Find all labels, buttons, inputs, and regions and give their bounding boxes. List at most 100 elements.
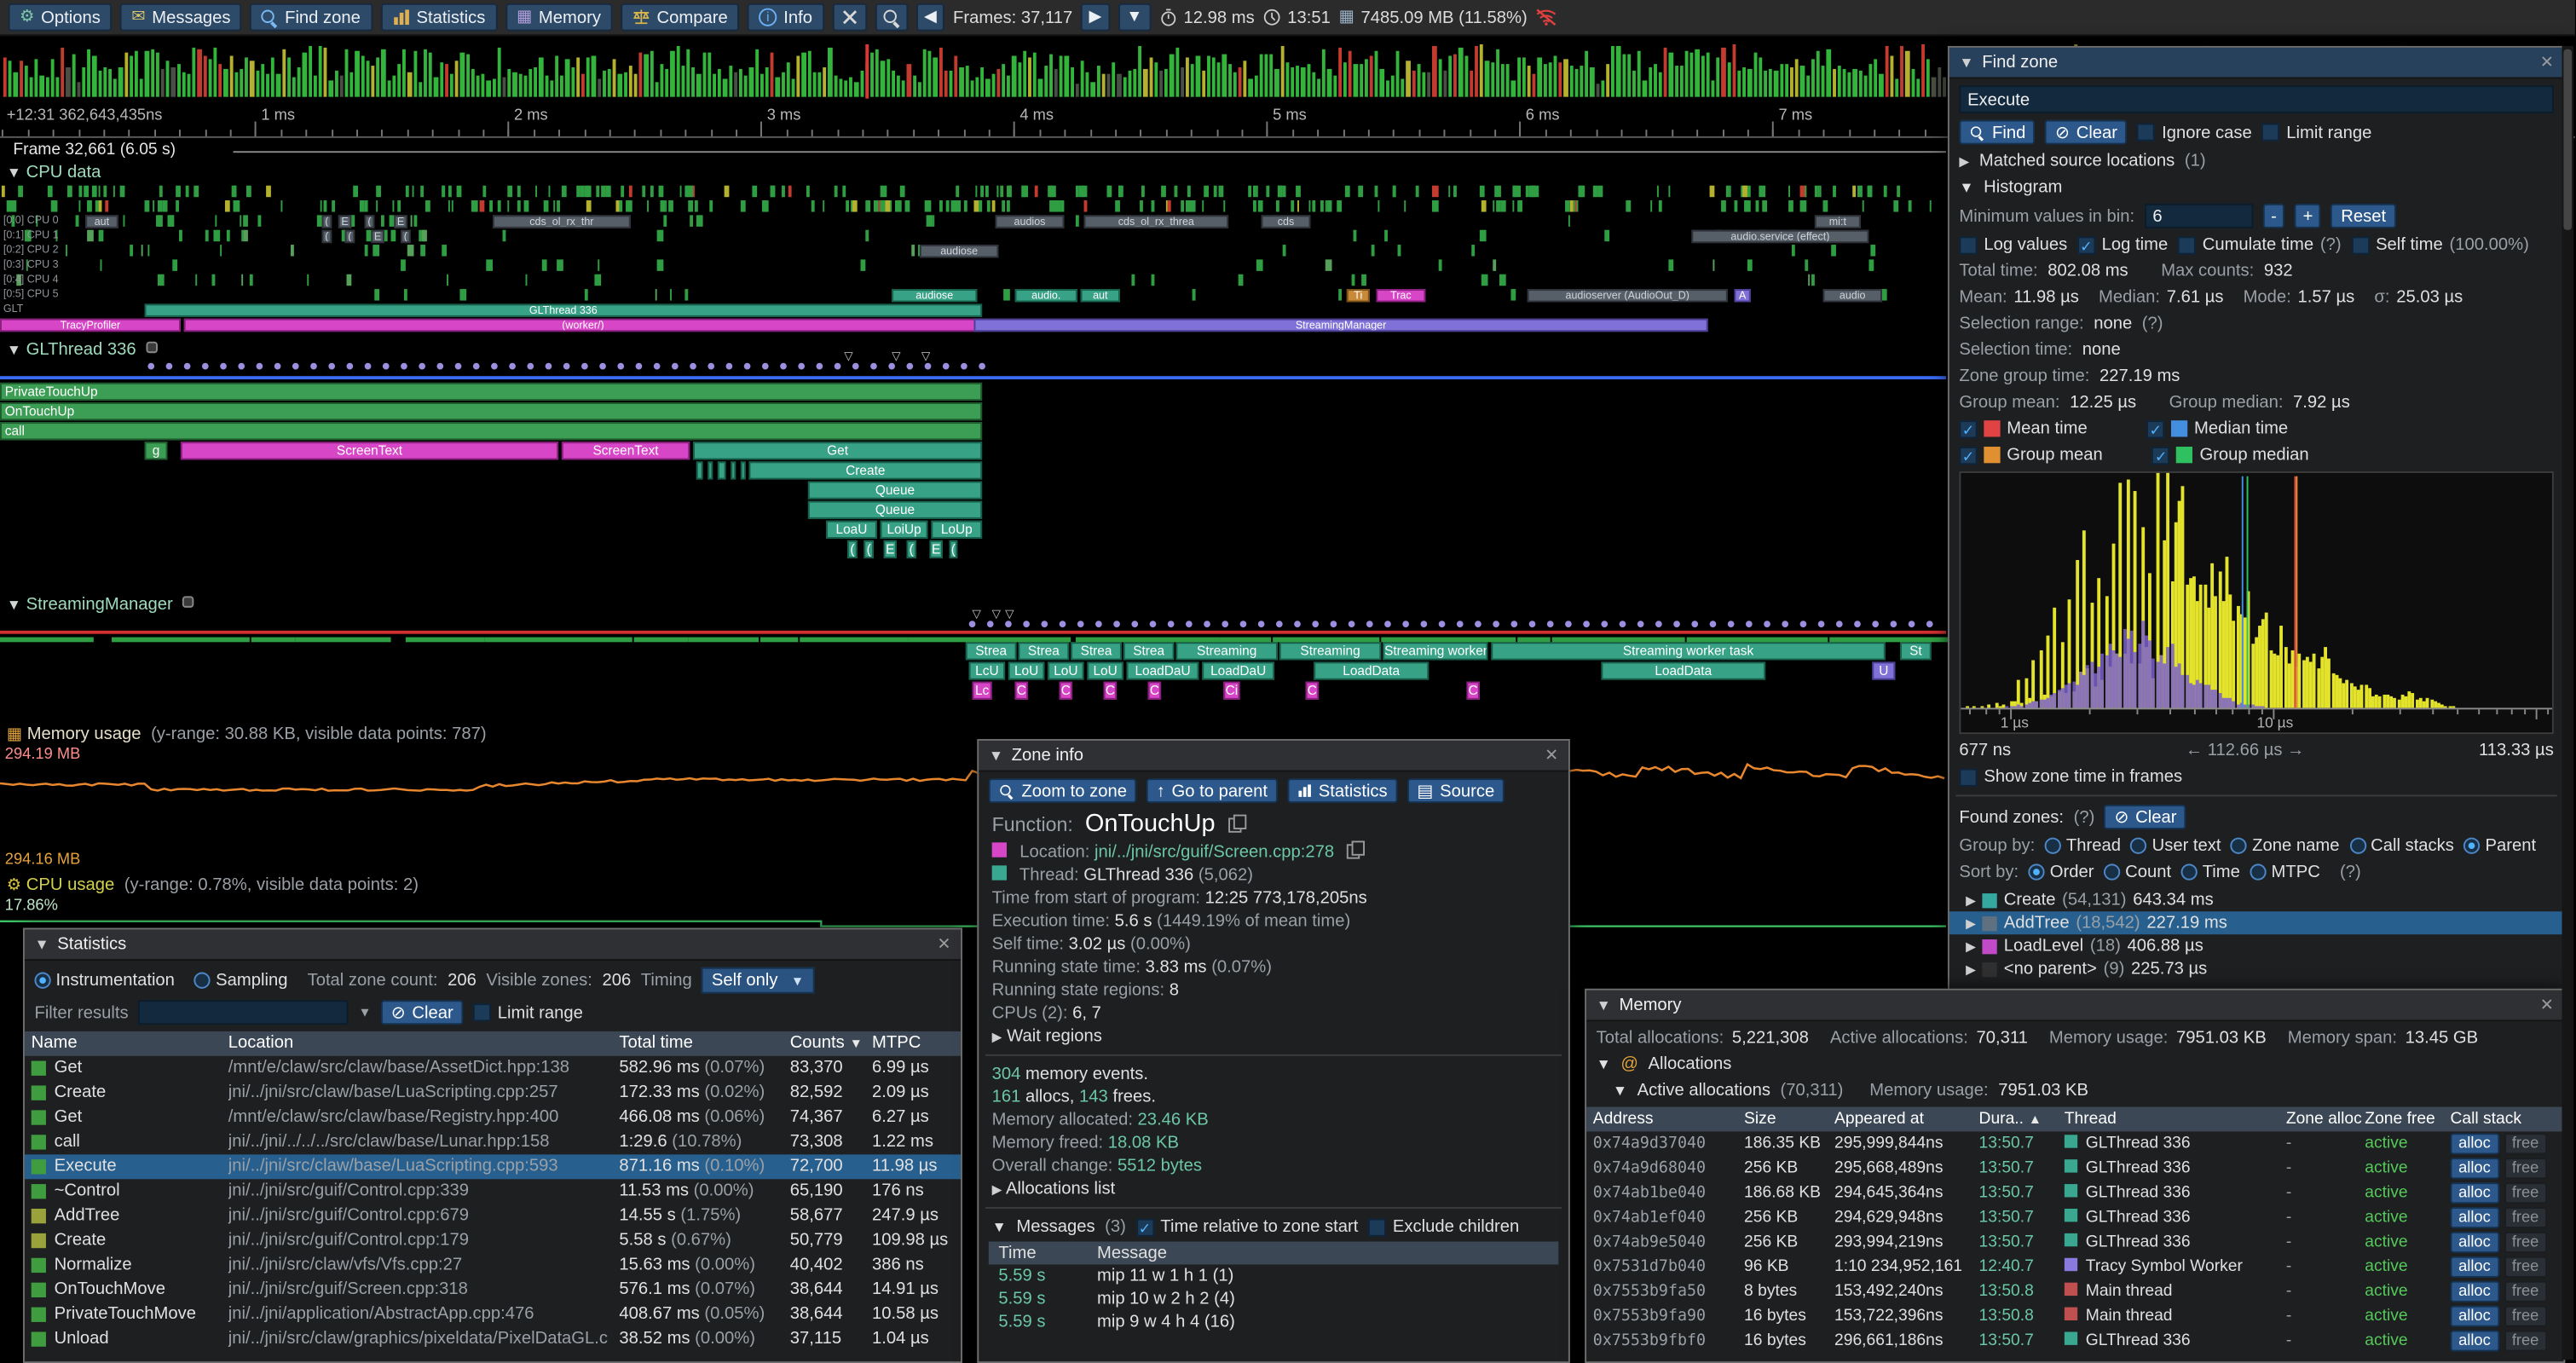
- clear-groups-button[interactable]: ⊘Clear: [2105, 805, 2186, 829]
- prev-frame-button[interactable]: ◀: [915, 3, 944, 32]
- collapse-icon[interactable]: ▼: [1597, 996, 1611, 1013]
- found-zone-group[interactable]: ▶LoadLevel(18)406.88 µs: [1949, 934, 2564, 957]
- cpu-data-header[interactable]: ▼CPU data: [7, 163, 101, 182]
- timeline-zone[interactable]: (: [863, 540, 874, 558]
- allocation-row[interactable]: 0x7531d7b04096 KB1:10 234,952,16112:40.7…: [1586, 1255, 2563, 1279]
- info-button[interactable]: iInfo: [748, 3, 824, 32]
- cpu-zone[interactable]: GLThread 336: [145, 303, 983, 316]
- alloc-callstack-button[interactable]: alloc: [2450, 1158, 2498, 1179]
- group-mean-checkbox[interactable]: Group mean: [1959, 445, 2102, 465]
- expand-icon[interactable]: ▶: [1966, 962, 1976, 976]
- cpu-zone[interactable]: (worker/): [184, 319, 982, 332]
- cpu-zone[interactable]: audios: [996, 215, 1065, 228]
- zone-info-titlebar[interactable]: ▼ Zone info ✕: [979, 741, 1568, 772]
- cpu-zone[interactable]: audio.service (effect): [1691, 230, 1868, 243]
- timeline-zone[interactable]: U: [1872, 661, 1895, 679]
- radio-parent[interactable]: Parent: [2463, 836, 2536, 856]
- time-relative-checkbox[interactable]: Time relative to zone start: [1135, 1217, 1358, 1237]
- timeline-zone[interactable]: E: [884, 540, 897, 558]
- alloc-callstack-button[interactable]: alloc: [2450, 1256, 2498, 1278]
- pin-icon[interactable]: [146, 342, 157, 353]
- mean-time-checkbox[interactable]: Mean time: [1959, 419, 2087, 438]
- timeline-zone[interactable]: LoU: [1008, 661, 1044, 679]
- decrement-button[interactable]: -: [2262, 204, 2284, 228]
- expand-icon[interactable]: ▶: [1966, 915, 1976, 930]
- message-row[interactable]: 5.59 smip 10 w 2 h 2 (4): [989, 1287, 1559, 1310]
- allocation-row[interactable]: 0x7553b9fbf016 bytes296,661,186ns13:50.7…: [1586, 1329, 2563, 1354]
- timeline-zone[interactable]: g: [145, 442, 168, 459]
- collapse-icon[interactable]: ▼: [1959, 179, 1973, 195]
- timing-select[interactable]: Self only▼: [702, 967, 813, 994]
- timeline-zone[interactable]: St: [1900, 642, 1932, 660]
- allocation-row[interactable]: 0x74a9d37040186.35 KB295,999,844ns13:50.…: [1586, 1131, 2563, 1156]
- cpu-zone[interactable]: audioserver (AudioOut_D): [1528, 289, 1728, 302]
- find-zone-input[interactable]: [1959, 85, 2553, 113]
- timeline-zone[interactable]: Strea: [1071, 642, 1122, 660]
- statistics-row[interactable]: Get/mnt/e/claw/src/claw/base/AssetDict.h…: [25, 1056, 961, 1081]
- cpu-zone[interactable]: (: [401, 230, 411, 243]
- log-time-checkbox[interactable]: Log time: [2077, 235, 2169, 255]
- cpu-zone[interactable]: audiose: [892, 289, 977, 302]
- allocation-row[interactable]: 0x74ab1ef040256 KB294,629,948ns13:50.7GL…: [1586, 1205, 2563, 1230]
- alloc-callstack-button[interactable]: alloc: [2450, 1281, 2498, 1302]
- cpu-zone[interactable]: Trac: [1376, 289, 1425, 302]
- vertical-scrollbar[interactable]: [2562, 46, 2573, 1360]
- find-button[interactable]: Find: [1959, 120, 2035, 145]
- collapse-icon[interactable]: ▼: [989, 748, 1003, 764]
- radio-call-stacks[interactable]: Call stacks: [2349, 836, 2454, 856]
- timeline-zone[interactable]: Queue: [808, 501, 982, 519]
- found-zone-group[interactable]: ▶<no parent>(9)225.73 µs: [1949, 957, 2564, 980]
- collapse-icon[interactable]: ▼: [34, 936, 49, 952]
- go-to-parent-button[interactable]: ↑Go to parent: [1146, 778, 1277, 803]
- cpu-zone[interactable]: mi:t: [1815, 215, 1861, 228]
- next-frame-button[interactable]: ▶: [1081, 3, 1110, 32]
- column-duration[interactable]: Dura..▲: [1979, 1107, 2065, 1132]
- cpu-zone[interactable]: A: [1734, 289, 1750, 302]
- statistics-titlebar[interactable]: ▼ Statistics ✕: [25, 929, 961, 961]
- glthread-header[interactable]: ▼GLThread 336: [7, 340, 158, 360]
- alloc-callstack-button[interactable]: alloc: [2450, 1133, 2498, 1154]
- timeline-zone[interactable]: Strea: [1018, 642, 1069, 660]
- timeline-zone[interactable]: Create: [749, 461, 983, 479]
- timeline-zone[interactable]: [741, 461, 746, 479]
- timeline-zone[interactable]: [718, 461, 726, 479]
- cpu-zone[interactable]: (: [345, 230, 355, 243]
- alloc-callstack-button[interactable]: alloc: [2450, 1306, 2498, 1327]
- expand-icon[interactable]: ▶: [1966, 892, 1976, 907]
- free-callstack-button[interactable]: free: [2504, 1207, 2547, 1228]
- timeline-zone[interactable]: OnTouchUp: [0, 402, 982, 420]
- copy-icon[interactable]: [1347, 840, 1361, 857]
- group-median-checkbox[interactable]: Group median: [2152, 445, 2309, 465]
- cumulate-time-checkbox[interactable]: Cumulate time(?): [2178, 235, 2342, 255]
- source-button[interactable]: ▤Source: [1407, 778, 1505, 803]
- zone-time-histogram[interactable]: 1 µs10 µs: [1959, 471, 2553, 734]
- ignore-case-checkbox[interactable]: Ignore case: [2137, 123, 2252, 142]
- radio-mtpc[interactable]: MTPC: [2250, 862, 2319, 881]
- statistics-row[interactable]: ~Controljni/../jni/src/guif/Control.cpp:…: [25, 1179, 961, 1204]
- timeline-zone[interactable]: call: [0, 422, 982, 440]
- timeline-zone[interactable]: LoadData: [1601, 661, 1765, 679]
- streaming-header[interactable]: ▼StreamingManager: [7, 594, 194, 614]
- alloc-callstack-button[interactable]: alloc: [2450, 1232, 2498, 1253]
- found-zone-group[interactable]: ▶AddTree(18,542)227.19 ms: [1949, 911, 2564, 934]
- timeline-zone[interactable]: C: [1306, 682, 1319, 700]
- show-zone-time-checkbox[interactable]: Show zone time in frames: [1959, 767, 2182, 787]
- timeline-zone[interactable]: C: [1148, 682, 1161, 700]
- column-time[interactable]: Time: [998, 1242, 1097, 1265]
- expand-icon[interactable]: ▶: [1959, 153, 1969, 168]
- cpu-zone[interactable]: cds_ol_rx_thr: [493, 215, 631, 228]
- min-bin-input[interactable]: 6: [2145, 204, 2253, 228]
- timeline-zone[interactable]: PrivateTouchUp: [0, 383, 982, 401]
- column-mtpc[interactable]: MTPC: [872, 1031, 962, 1056]
- copy-icon[interactable]: [1229, 815, 1244, 831]
- cpu-zone[interactable]: StreamingManager: [973, 319, 1707, 332]
- find-zone-titlebar[interactable]: ▼ Find zone ✕: [1949, 48, 2564, 79]
- expand-icon[interactable]: ▶: [992, 1030, 1002, 1044]
- allocation-row[interactable]: 0x74ab1be040186.68 KB294,645,364ns13:50.…: [1586, 1181, 2563, 1205]
- cpu-zone[interactable]: (: [322, 215, 332, 228]
- allocation-row[interactable]: 0x74a9d68040256 KB295,668,489ns13:50.7GL…: [1586, 1156, 2563, 1181]
- radio-count[interactable]: Count: [2104, 862, 2171, 881]
- close-icon[interactable]: ✕: [2540, 996, 2554, 1014]
- alloc-callstack-button[interactable]: alloc: [2450, 1207, 2498, 1228]
- free-callstack-button[interactable]: free: [2504, 1133, 2547, 1154]
